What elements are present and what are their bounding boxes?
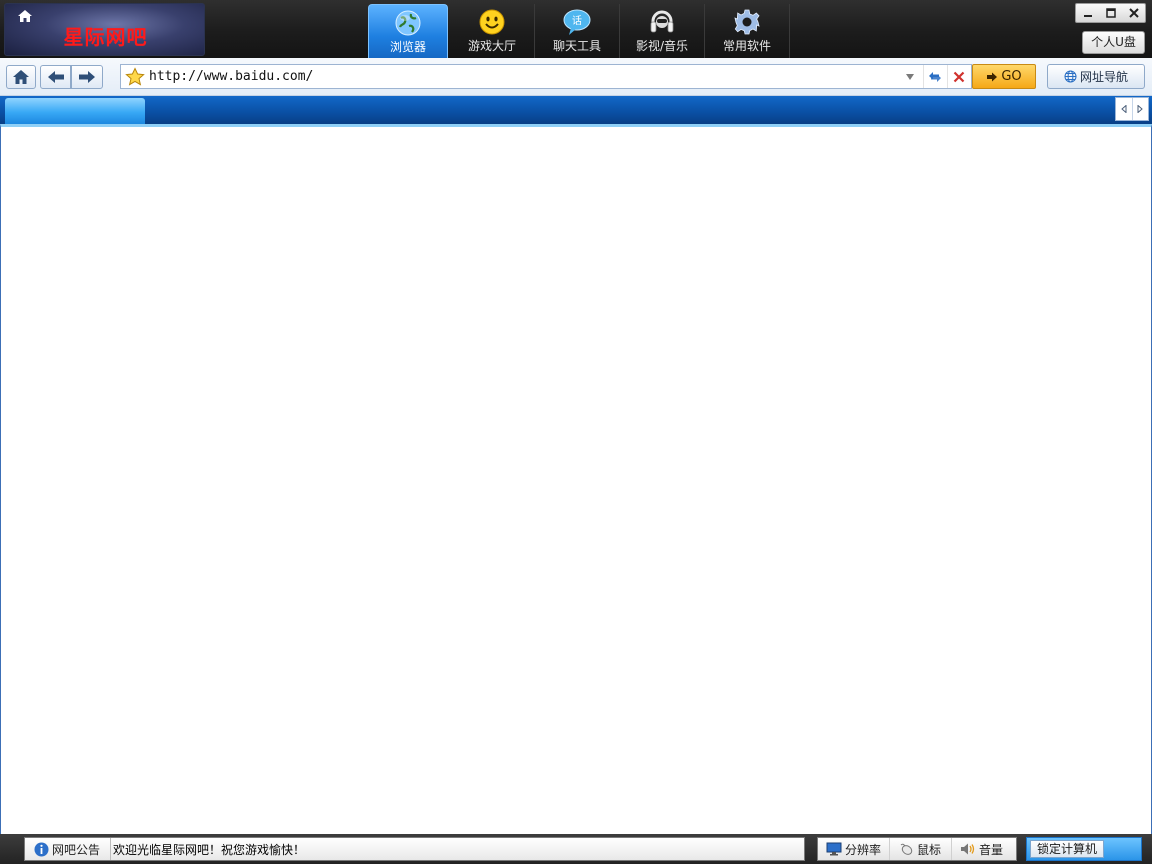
forward-button[interactable] (71, 65, 103, 89)
tab-label: 影视/音乐 (635, 39, 689, 53)
globe-icon (395, 10, 421, 36)
resolution-button[interactable]: 分辨率 (818, 838, 890, 860)
speaker-icon (961, 843, 975, 855)
stop-x-icon (953, 71, 964, 82)
minimize-icon (1083, 15, 1092, 17)
svg-text:话: 话 (572, 15, 582, 27)
caret-right-icon (1137, 105, 1144, 113)
window-controls (1075, 3, 1146, 23)
chat-bubble-icon: 话 (563, 9, 591, 35)
monitor-icon (826, 842, 842, 856)
go-label: GO (1001, 69, 1022, 84)
tab-media[interactable]: 影视/音乐 (620, 4, 705, 58)
tab-scroll-left-button[interactable] (1116, 98, 1133, 120)
caret-left-icon (1120, 105, 1127, 113)
browser-toolbar: GO 网址导航 (0, 58, 1152, 96)
close-icon (1128, 8, 1139, 18)
arrow-left-icon (47, 71, 64, 83)
tab-label: 浏览器 (389, 40, 426, 54)
mouse-label: 鼠标 (917, 842, 942, 857)
refresh-icon (928, 71, 941, 82)
site-navigation-label: 网址导航 (1079, 70, 1128, 84)
smiley-icon (479, 9, 505, 35)
maximize-button[interactable] (1099, 4, 1122, 22)
home-button[interactable] (6, 65, 36, 89)
tab-browser[interactable]: 浏览器 (368, 4, 448, 58)
address-bar (120, 64, 972, 89)
mouse-button[interactable]: 鼠标 (890, 838, 952, 860)
go-button[interactable]: GO (972, 64, 1036, 89)
page-tab-strip (0, 96, 1152, 124)
page-tab-active[interactable] (5, 98, 145, 124)
chevron-down-icon (906, 73, 914, 80)
refresh-button[interactable] (923, 65, 945, 88)
tab-chat-tools[interactable]: 话 聊天工具 (535, 4, 620, 58)
cafe-name: 星际网吧 (63, 25, 148, 49)
cafe-logo[interactable]: 星际网吧 (4, 3, 205, 56)
browser-content-area[interactable] (0, 124, 1152, 834)
tab-common-software[interactable]: 常用软件 (705, 4, 790, 58)
notice-label: 网吧公告 (52, 842, 101, 857)
lock-computer-label: 锁定计算机 (1030, 840, 1104, 858)
info-icon (34, 842, 49, 856)
top-bar: 星际网吧 浏览器 游戏大厅 话 聊天工具 影视/音乐 常用软件 个人U盘 (0, 0, 1152, 58)
system-tools: 分辨率 鼠标 音量 (817, 837, 1017, 861)
resolution-label: 分辨率 (845, 842, 882, 857)
lock-computer-button[interactable]: 锁定计算机 (1026, 837, 1142, 861)
notice-panel: 网吧公告 欢迎光临星际网吧！祝您游戏愉快！ (24, 837, 805, 861)
tab-scroll-buttons (1115, 97, 1149, 121)
mouse-icon (900, 843, 913, 855)
stop-button[interactable] (947, 65, 969, 88)
volume-label: 音量 (979, 842, 1004, 857)
status-bar: 网吧公告 欢迎光临星际网吧！祝您游戏愉快！ 分辨率 鼠标 音量 锁定计算机 (0, 834, 1152, 864)
favorite-star-icon[interactable] (125, 67, 145, 87)
site-navigation-button[interactable]: 网址导航 (1047, 64, 1145, 89)
url-dropdown-button[interactable] (899, 65, 921, 88)
globe-icon (1064, 70, 1077, 83)
minimize-button[interactable] (1076, 4, 1099, 22)
tab-label: 聊天工具 (552, 39, 601, 53)
main-tabs: 浏览器 游戏大厅 话 聊天工具 影视/音乐 常用软件 (368, 4, 790, 58)
tab-scroll-right-button[interactable] (1133, 98, 1149, 120)
gear-icon (734, 9, 760, 35)
maximize-icon (1105, 8, 1116, 18)
headphones-icon (650, 10, 674, 33)
volume-button[interactable]: 音量 (952, 838, 1016, 860)
close-button[interactable] (1122, 4, 1145, 22)
back-button[interactable] (40, 65, 71, 89)
tab-label: 游戏大厅 (467, 39, 516, 53)
personal-udisk-button[interactable]: 个人U盘 (1082, 31, 1145, 54)
notice-message: 欢迎光临星际网吧！祝您游戏愉快！ (113, 842, 306, 857)
notice-label-box[interactable]: 网吧公告 (25, 838, 111, 860)
tab-game-hall[interactable]: 游戏大厅 (450, 4, 535, 58)
home-icon (13, 70, 29, 84)
tab-label: 常用软件 (722, 39, 771, 53)
go-arrow-icon (987, 72, 998, 81)
url-input[interactable] (149, 67, 909, 86)
arrow-right-icon (79, 71, 95, 83)
